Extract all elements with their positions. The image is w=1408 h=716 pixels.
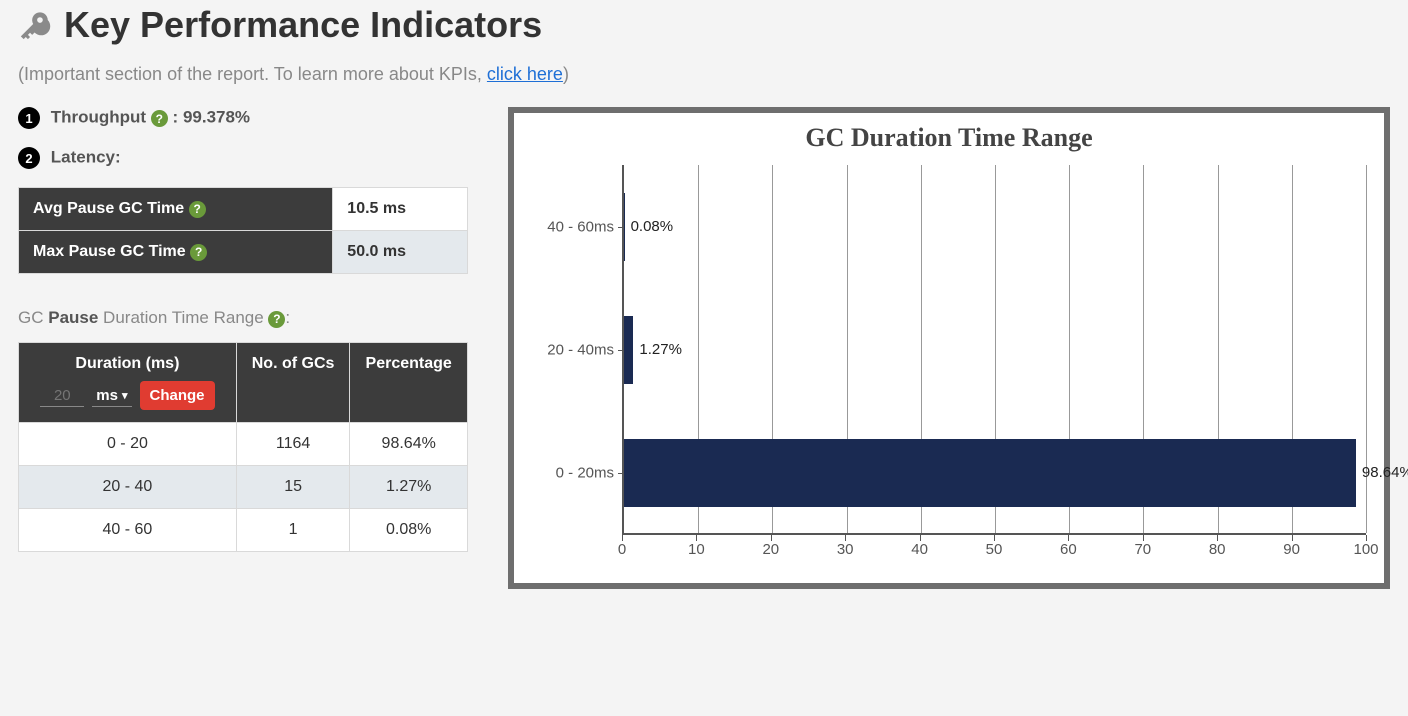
x-tick-label: 70 [1134, 541, 1151, 558]
chart-frame: GC Duration Time Range 0 - 20ms20 - 40ms… [508, 107, 1390, 589]
latency-label: Latency: [51, 148, 121, 167]
x-tick-label: 10 [688, 541, 705, 558]
chart-bar [624, 439, 1356, 507]
table-row: 20 - 40151.27% [19, 466, 468, 509]
chart-plot: 0 - 20ms20 - 40ms40 - 60ms 98.64%1.27%0.… [622, 165, 1366, 535]
change-button[interactable]: Change [140, 381, 215, 410]
x-tick-label: 40 [911, 541, 928, 558]
x-tick-label: 90 [1283, 541, 1300, 558]
subtitle: (Important section of the report. To lea… [18, 64, 1390, 85]
throughput-value: 99.378% [183, 108, 250, 127]
cell-count: 1 [236, 509, 350, 552]
help-icon[interactable]: ? [268, 311, 285, 328]
col-pct: Percentage [350, 343, 468, 423]
duration-input[interactable] [40, 385, 84, 407]
y-tick-label: 40 - 60ms [547, 218, 614, 235]
subtitle-suffix: ) [563, 64, 569, 84]
latency-row-value: 50.0 ms [333, 231, 468, 274]
table-row: 40 - 6010.08% [19, 509, 468, 552]
latency-row-value: 10.5 ms [333, 188, 468, 231]
cell-count: 15 [236, 466, 350, 509]
chevron-down-icon: ▾ [122, 389, 128, 402]
x-tick-label: 0 [618, 541, 626, 558]
bar-value-label: 0.08% [631, 218, 674, 235]
learn-more-link[interactable]: click here [487, 64, 563, 84]
table-row: Avg Pause GC Time ? 10.5 ms [19, 188, 468, 231]
x-tick-label: 80 [1209, 541, 1226, 558]
help-icon[interactable]: ? [151, 110, 168, 127]
key-icon [18, 8, 52, 42]
bullet-2: 2 [18, 147, 40, 169]
page-title-text: Key Performance Indicators [64, 4, 542, 46]
chart-title: GC Duration Time Range [532, 123, 1366, 153]
chart-bar [624, 193, 625, 261]
y-tick-label: 20 - 40ms [547, 342, 614, 359]
throughput-label: Throughput [51, 108, 146, 127]
duration-table: Duration (ms) ms ▾ Change No. of [18, 342, 468, 552]
x-tick-label: 60 [1060, 541, 1077, 558]
latency-row-label: Avg Pause GC Time [33, 200, 184, 217]
latency-table: Avg Pause GC Time ? 10.5 ms Max Pause GC… [18, 187, 468, 274]
throughput-line: 1 Throughput ? : 99.378% [18, 107, 468, 129]
bar-value-label: 98.64% [1362, 464, 1408, 481]
cell-pct: 98.64% [350, 423, 468, 466]
help-icon[interactable]: ? [190, 244, 207, 261]
col-gcs: No. of GCs [236, 343, 350, 423]
latency-row-label: Max Pause GC Time [33, 243, 186, 260]
bar-value-label: 1.27% [639, 341, 682, 358]
col-duration: Duration (ms) ms ▾ Change [19, 343, 237, 423]
range-title: GC Pause Duration Time Range ?: [18, 308, 468, 328]
chart-x-axis: 0102030405060708090100 [622, 535, 1366, 565]
duration-unit-select[interactable]: ms ▾ [92, 385, 131, 407]
cell-range: 0 - 20 [19, 423, 237, 466]
chart-bar [624, 316, 633, 384]
subtitle-prefix: (Important section of the report. To lea… [18, 64, 487, 84]
table-row: 0 - 20116498.64% [19, 423, 468, 466]
y-tick-label: 0 - 20ms [556, 465, 614, 482]
page-title: Key Performance Indicators [18, 4, 1390, 46]
x-tick-label: 20 [762, 541, 779, 558]
x-tick-label: 50 [986, 541, 1003, 558]
x-tick-label: 100 [1353, 541, 1378, 558]
col-duration-label: Duration (ms) [75, 355, 179, 373]
table-row: Max Pause GC Time ? 50.0 ms [19, 231, 468, 274]
cell-pct: 1.27% [350, 466, 468, 509]
cell-count: 1164 [236, 423, 350, 466]
cell-pct: 0.08% [350, 509, 468, 552]
help-icon[interactable]: ? [189, 201, 206, 218]
cell-range: 40 - 60 [19, 509, 237, 552]
latency-line: 2 Latency: [18, 147, 468, 169]
cell-range: 20 - 40 [19, 466, 237, 509]
bullet-1: 1 [18, 107, 40, 129]
x-tick-label: 30 [837, 541, 854, 558]
